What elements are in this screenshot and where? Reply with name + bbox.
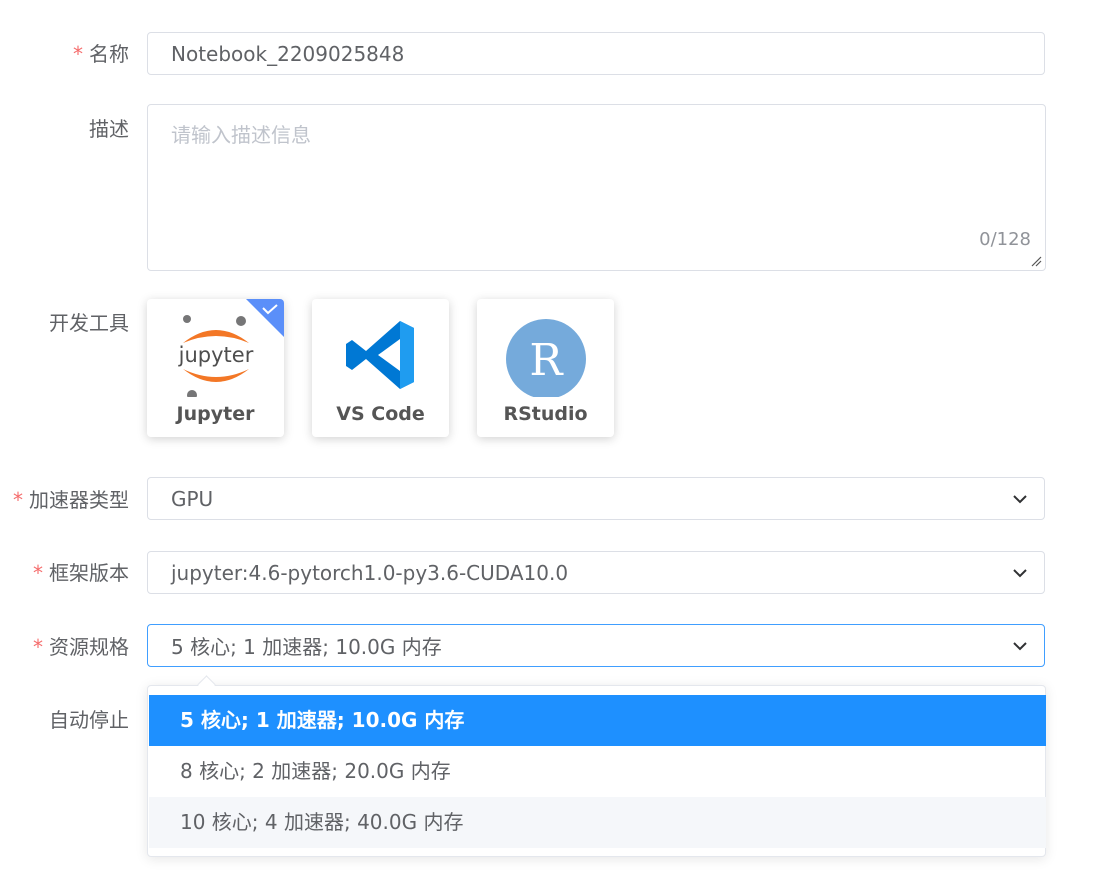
accelerator-type-select[interactable]: GPU — [147, 477, 1045, 520]
selected-check-icon — [246, 299, 284, 337]
vscode-logo-icon — [346, 321, 414, 389]
tool-card-rstudio[interactable]: R RStudio — [477, 299, 614, 437]
description-label: 描述 — [89, 117, 129, 141]
name-label: * 名称 — [73, 42, 129, 66]
dev-tools-label: 开发工具 — [49, 311, 129, 335]
description-textarea[interactable]: 请输入描述信息 0/128 — [147, 104, 1046, 271]
tool-card-jupyter[interactable]: jupyter Jupyter — [147, 299, 284, 437]
dropdown-option[interactable]: 10 核心; 4 加速器; 40.0G 内存 — [149, 797, 1046, 848]
name-input[interactable]: Notebook_2209025848 — [147, 32, 1045, 75]
jupyter-logo-icon: jupyter — [178, 315, 254, 397]
chevron-up-icon — [1013, 641, 1027, 650]
resource-spec-label: * 资源规格 — [33, 635, 129, 659]
framework-version-select[interactable]: jupyter:4.6-pytorch1.0-py3.6-CUDA10.0 — [147, 551, 1045, 594]
resource-spec-dropdown: 5 核心; 1 加速器; 10.0G 内存 8 核心; 2 加速器; 20.0G… — [147, 685, 1046, 857]
tool-card-vscode[interactable]: VS Code — [312, 299, 449, 437]
tool-name-jupyter: Jupyter — [176, 403, 255, 425]
auto-stop-label: 自动停止 — [49, 708, 129, 732]
description-counter: 0/128 — [979, 229, 1031, 250]
tool-name-vscode: VS Code — [336, 403, 425, 425]
rstudio-logo-icon: R — [506, 319, 586, 397]
framework-version-label: * 框架版本 — [33, 561, 129, 585]
svg-text:jupyter: jupyter — [178, 343, 254, 367]
accelerator-type-label: * 加速器类型 — [13, 488, 129, 512]
chevron-down-icon — [1013, 494, 1027, 503]
resize-handle-icon[interactable] — [1030, 255, 1042, 267]
dropdown-option[interactable]: 8 核心; 2 加速器; 20.0G 内存 — [149, 746, 1046, 797]
dropdown-option[interactable]: 5 核心; 1 加速器; 10.0G 内存 — [149, 695, 1046, 746]
tool-name-rstudio: RStudio — [503, 403, 588, 425]
chevron-down-icon — [1013, 568, 1027, 577]
svg-text:R: R — [529, 335, 564, 386]
resource-spec-select[interactable]: 5 核心; 1 加速器; 10.0G 内存 — [147, 624, 1045, 667]
description-placeholder: 请输入描述信息 — [171, 123, 311, 147]
